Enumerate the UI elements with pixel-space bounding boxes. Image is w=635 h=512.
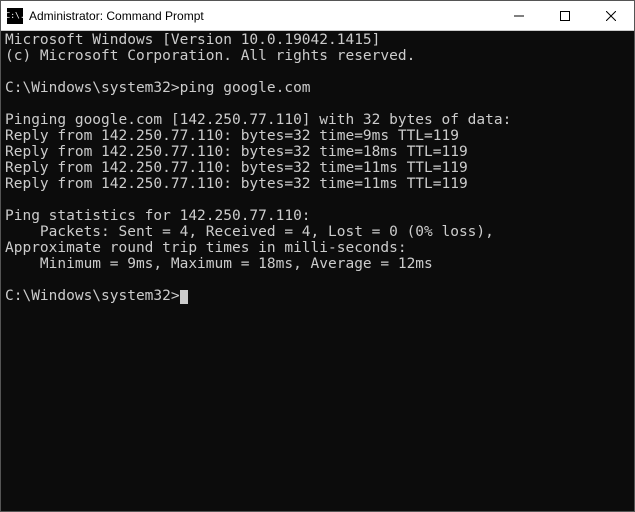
terminal-line: C:\Windows\system32> [5,289,630,305]
terminal-line: Pinging google.com [142.250.77.110] with… [5,113,630,129]
maximize-icon [560,11,570,21]
terminal-line: Reply from 142.250.77.110: bytes=32 time… [5,161,630,177]
terminal-line [5,193,630,209]
terminal-line: Minimum = 9ms, Maximum = 18ms, Average =… [5,257,630,273]
cursor [180,290,188,304]
minimize-button[interactable] [496,1,542,31]
terminal-line: Approximate round trip times in milli-se… [5,241,630,257]
close-icon [606,11,616,21]
maximize-button[interactable] [542,1,588,31]
cmd-window: C:\. Administrator: Command Prompt Micro… [0,0,635,512]
terminal-line [5,97,630,113]
terminal-line: Reply from 142.250.77.110: bytes=32 time… [5,177,630,193]
terminal-line: Reply from 142.250.77.110: bytes=32 time… [5,145,630,161]
terminal-line: (c) Microsoft Corporation. All rights re… [5,49,630,65]
terminal-line [5,273,630,289]
terminal-line: Ping statistics for 142.250.77.110: [5,209,630,225]
terminal-line: Reply from 142.250.77.110: bytes=32 time… [5,129,630,145]
terminal-line: Microsoft Windows [Version 10.0.19042.14… [5,33,630,49]
close-button[interactable] [588,1,634,31]
titlebar[interactable]: C:\. Administrator: Command Prompt [1,1,634,31]
window-title: Administrator: Command Prompt [29,9,204,23]
terminal-line: Packets: Sent = 4, Received = 4, Lost = … [5,225,630,241]
cmd-icon: C:\. [7,8,23,24]
minimize-icon [514,11,524,21]
terminal-line [5,65,630,81]
terminal-line: C:\Windows\system32>ping google.com [5,81,630,97]
terminal-output[interactable]: Microsoft Windows [Version 10.0.19042.14… [1,31,634,511]
